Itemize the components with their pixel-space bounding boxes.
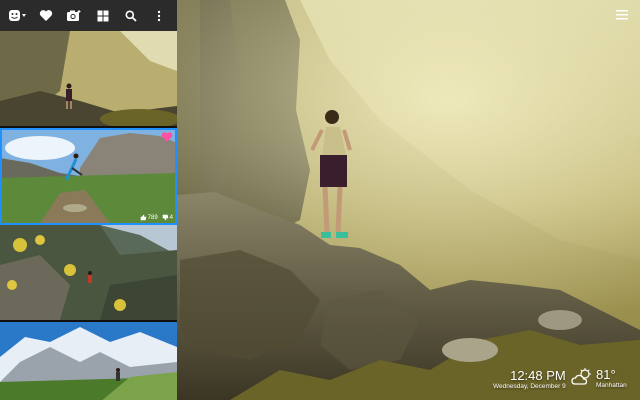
favorite-heart-icon[interactable]: [161, 131, 173, 143]
weather-temperature: 81°: [596, 367, 616, 382]
clock-widget: 12:48 PM Wednesday, December 9: [493, 369, 566, 391]
thumbnail-1[interactable]: [0, 31, 177, 128]
thumbs-up-icon: [140, 214, 146, 221]
thumbs-down-icon: [162, 214, 168, 221]
sidebar: 789 4: [0, 0, 177, 400]
weather-widget[interactable]: 81° Manhattan: [571, 368, 627, 391]
face-menu-icon[interactable]: [7, 5, 29, 27]
likes-stat[interactable]: 789: [140, 214, 158, 221]
thumbnail-3[interactable]: [0, 225, 177, 322]
heart-icon[interactable]: [35, 5, 57, 27]
more-vert-icon[interactable]: [148, 5, 170, 27]
grid-icon[interactable]: [92, 5, 114, 27]
thumbnail-2[interactable]: 789 4: [0, 128, 177, 225]
sidebar-toolbar: [0, 0, 177, 31]
search-icon[interactable]: [120, 5, 142, 27]
dislikes-stat[interactable]: 4: [162, 214, 173, 221]
partly-cloudy-icon: [571, 368, 593, 391]
thumbnail-stats: 789 4: [140, 214, 173, 221]
thumbnail-4[interactable]: [0, 322, 177, 400]
hamburger-menu-icon[interactable]: [616, 8, 630, 20]
clock-date: Wednesday, December 9: [493, 383, 566, 390]
likes-count: 789: [147, 214, 158, 221]
clock-time: 12:48 PM: [510, 368, 566, 383]
camera-add-icon[interactable]: [63, 5, 85, 27]
dislikes-count: 4: [169, 214, 173, 221]
weather-location: Manhattan: [596, 382, 627, 389]
